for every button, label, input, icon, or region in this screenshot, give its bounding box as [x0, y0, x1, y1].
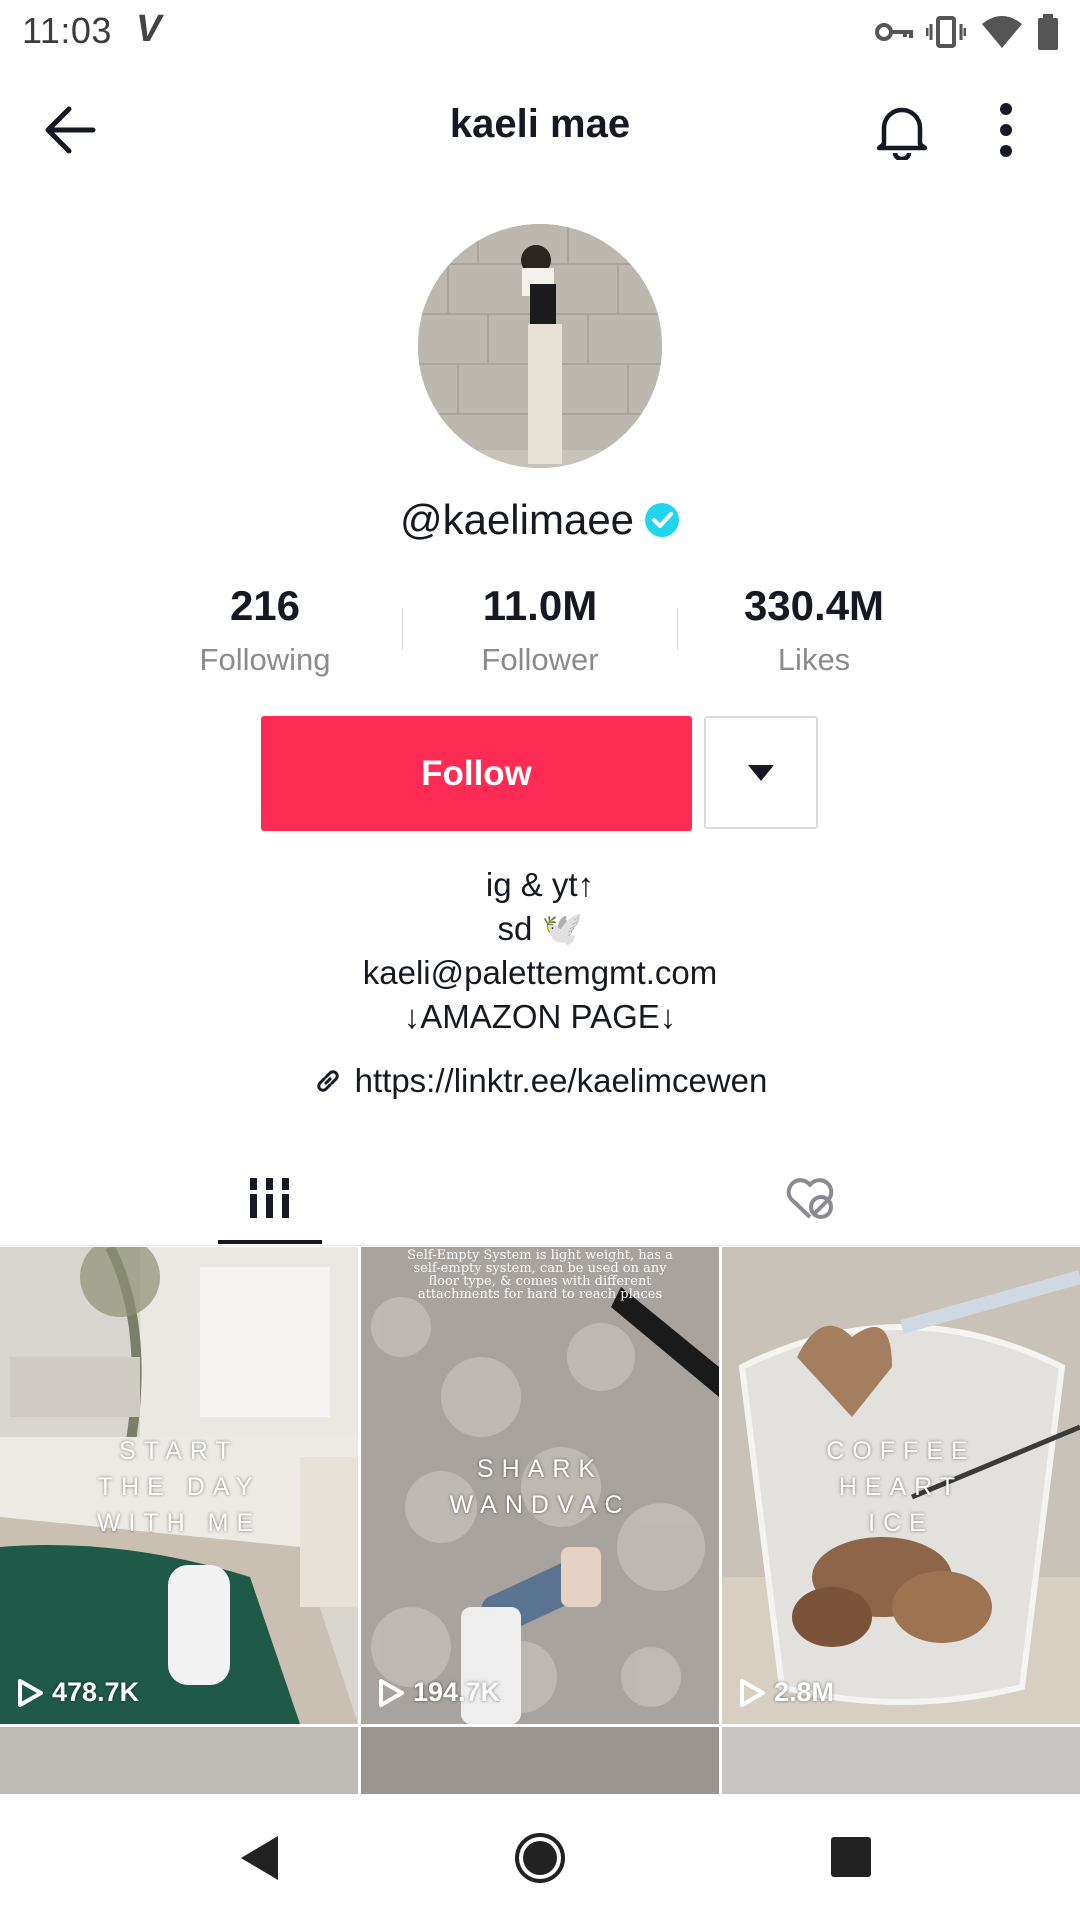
nav-recents-icon[interactable] [830, 1836, 872, 1878]
stat-likes[interactable]: 330.4M Likes [676, 580, 952, 678]
video-tile[interactable] [0, 1727, 358, 1794]
video-views: 194.7K [377, 1677, 500, 1708]
video-tile[interactable]: Self-Empty System is light weight, has a… [361, 1247, 719, 1724]
nav-home-icon[interactable] [514, 1832, 566, 1884]
profile-link[interactable]: https://linktr.ee/kaelimcewen [0, 1062, 1080, 1100]
tab-active-indicator [218, 1240, 322, 1244]
video-tile[interactable]: COFFEE HEART ICE 2.8M [722, 1247, 1080, 1724]
system-nav-bar [0, 1794, 1080, 1920]
grid-icon [249, 1178, 291, 1218]
profile-link-text: https://linktr.ee/kaelimcewen [354, 1062, 768, 1099]
stat-label: Following [199, 642, 331, 677]
stat-value: 216 [229, 582, 301, 629]
avatar[interactable] [418, 224, 662, 468]
verified-badge-icon [645, 503, 680, 537]
stat-followers[interactable]: 11.0M Follower [402, 580, 678, 678]
video-view-count: 194.7K [413, 1677, 501, 1707]
bio-line: ig & yt↑ [485, 866, 595, 903]
video-tile[interactable] [361, 1727, 719, 1794]
stat-value: 330.4M [743, 582, 885, 629]
play-icon [379, 1678, 404, 1707]
battery-icon [1038, 14, 1058, 50]
avatar-photo [418, 224, 662, 468]
video-caption: START THE DAY WITH ME [96, 1437, 262, 1537]
username: @kaelimaee [399, 496, 635, 543]
vibrate-icon [926, 16, 966, 48]
video-views: 478.7K [16, 1677, 139, 1708]
suggested-accounts-button[interactable] [704, 716, 818, 829]
status-time: 11:03 [22, 10, 112, 51]
more-options-button[interactable] [966, 90, 1046, 170]
video-tile[interactable]: START THE DAY WITH ME 478.7K [0, 1247, 358, 1724]
stat-label: Follower [481, 642, 599, 677]
tabs-divider [0, 1245, 1080, 1246]
wifi-icon [982, 16, 1022, 48]
play-icon [740, 1678, 765, 1707]
bio-line: kaeli@palettemgmt.com [362, 954, 718, 991]
notifications-button[interactable] [862, 90, 942, 170]
username-row: @kaelimaee [0, 496, 1080, 544]
carrier-icon: V [136, 8, 162, 50]
liked-hidden-icon [786, 1178, 834, 1219]
video-caption: SHARK WANDVAC [449, 1455, 631, 1519]
video-tile[interactable] [722, 1727, 1080, 1794]
video-overlay-text: Self-Empty System is light weight, has a… [407, 1248, 673, 1302]
follow-button[interactable]: Follow [261, 716, 692, 831]
link-icon [316, 1070, 339, 1092]
tab-videos[interactable] [0, 1150, 540, 1246]
caret-down-icon [748, 764, 774, 781]
stat-following[interactable]: 216 Following [127, 580, 403, 678]
bio-line: ↓AMAZON PAGE↓ [403, 998, 677, 1035]
tab-liked[interactable] [540, 1150, 1080, 1246]
video-view-count: 2.8M [774, 1677, 835, 1707]
stat-label: Likes [777, 642, 851, 677]
video-views: 2.8M [738, 1677, 834, 1708]
more-vertical-icon [1000, 103, 1012, 157]
nav-back-icon[interactable] [238, 1834, 282, 1882]
bell-icon [876, 107, 928, 160]
key-icon [875, 23, 913, 41]
video-view-count: 478.7K [52, 1677, 140, 1707]
bio-line: sd 🕊️ [497, 910, 583, 947]
status-bar: 11:03 V [0, 0, 1080, 66]
video-caption: COFFEE HEART ICE [826, 1437, 976, 1537]
stat-value: 11.0M [482, 582, 598, 629]
play-icon [18, 1678, 43, 1707]
